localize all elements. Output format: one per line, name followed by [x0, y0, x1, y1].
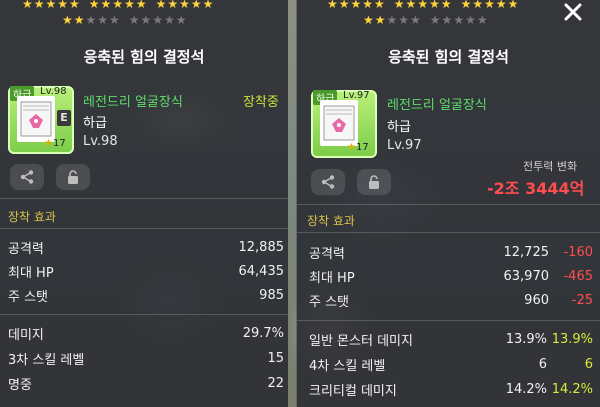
stat-row: 4차 스킬 레벨 6 6: [309, 356, 593, 374]
stat-row: 최대 HP 63,970 -465: [309, 268, 593, 286]
divider: [0, 228, 288, 229]
divider: [297, 320, 600, 321]
item-title: 응축된 힘의 결정석: [388, 48, 509, 66]
equip-effect-label: 장착 효과: [8, 210, 56, 224]
star-force-row-1: ★★★★★ ★★★★★ ★★★★★: [327, 0, 520, 11]
equipped-label: 장착중: [243, 95, 279, 110]
star-force-row-2: ★★★★★ ★★★★★: [62, 13, 188, 27]
icon-star-count: ★17: [347, 142, 369, 153]
share-icon: [321, 175, 335, 189]
share-button[interactable]: [10, 164, 44, 190]
equipped-item-tooltip: ★★★★★★★★★★★★★★★ ★★★★★★★★★★ 응축된 힘의 결정석 하급…: [0, 0, 288, 407]
lock-button[interactable]: [56, 164, 90, 190]
item-icon: 하급 Lv.98 E ★17: [8, 86, 74, 154]
item-level: Lv.98: [83, 134, 118, 149]
compare-item-tooltip: ★★★★★★★★★★★★★★★ ★★★★★★★★★★ 응축된 힘의 결정석 하급…: [296, 0, 600, 407]
item-level: Lv.97: [387, 138, 422, 153]
stat-row: 주 스탯 985: [8, 287, 284, 305]
lock-icon: [68, 170, 78, 184]
face-accessory-icon: [320, 100, 358, 146]
close-button[interactable]: [561, 0, 585, 24]
share-icon: [20, 170, 34, 184]
stat-row: 공격력 12,725 -160: [309, 244, 593, 262]
lock-button[interactable]: [357, 169, 391, 195]
divider: [297, 204, 600, 205]
stat-row: 3차 스킬 레벨 15: [8, 350, 284, 368]
stat-row: 일반 몬스터 데미지 13.9% 13.9%: [309, 331, 593, 349]
combat-power-change-value: -2조 3444억: [487, 179, 585, 198]
divider: [0, 198, 288, 199]
item-name: 레전드리 얼굴장식: [387, 98, 487, 113]
divider: [297, 232, 600, 233]
combat-power-change-label: 전투력 변화: [523, 160, 578, 173]
stat-row: 주 스탯 960 -25: [309, 292, 593, 310]
stat-row: 최대 HP 64,435: [8, 263, 284, 281]
item-icon: 하급 Lv.97 ★17: [311, 90, 377, 158]
equip-effect-label: 장착 효과: [307, 214, 355, 228]
item-name: 레전드리 얼굴장식: [83, 95, 183, 110]
share-button[interactable]: [311, 169, 345, 195]
stat-row: 데미지 29.7%: [8, 325, 284, 343]
star-force-row-1: ★★★★★ ★★★★★ ★★★★★: [22, 0, 215, 11]
lock-icon: [369, 175, 379, 189]
stat-row: 크리티컬 데미지 14.2% 14.2%: [309, 381, 593, 399]
close-icon: [564, 3, 582, 21]
item-grade: 하급: [83, 116, 107, 131]
item-grade: 하급: [387, 120, 411, 135]
icon-star-count: ★17: [44, 138, 66, 149]
stat-row: 공격력 12,885: [8, 239, 284, 257]
divider: [0, 314, 288, 315]
item-title: 응축된 힘의 결정석: [83, 48, 205, 66]
stat-row: 명중 22: [8, 375, 284, 393]
equipped-badge: E: [57, 110, 71, 126]
star-force-row-2: ★★★★★ ★★★★★: [363, 13, 489, 27]
face-accessory-icon: [17, 96, 55, 142]
